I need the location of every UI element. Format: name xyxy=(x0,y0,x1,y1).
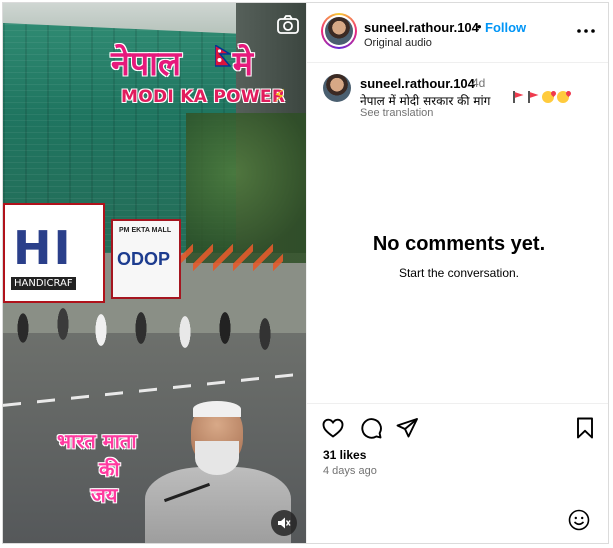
caption-time[interactable]: 4d xyxy=(472,76,485,90)
author-username[interactable]: suneel.rathour.104 xyxy=(364,20,479,35)
post-side-panel: suneel.rathour.104 • Follow Original aud… xyxy=(306,3,608,543)
video-overlay-title: नेपाल मे xyxy=(111,39,253,85)
video-overlay-bottom-line3: जय xyxy=(91,483,118,507)
author-avatar[interactable] xyxy=(321,13,357,49)
follow-button[interactable]: Follow xyxy=(485,20,526,35)
lightning-icon: ⚡ xyxy=(273,86,286,106)
post-date[interactable]: 4 days ago xyxy=(323,465,377,477)
nepal-flag-icon xyxy=(215,45,231,67)
caption-avatar[interactable] xyxy=(323,74,351,102)
video-flags xyxy=(173,241,283,271)
caption-emojis xyxy=(512,91,569,103)
signboard-text: HI xyxy=(13,221,73,275)
separator-dot: • xyxy=(477,19,482,34)
speaker-body xyxy=(145,467,291,543)
post-video[interactable]: HI HANDICRAF PM EKTA MALL ODOP नेपाल मे … xyxy=(3,3,306,543)
no-comments-title: No comments yet. xyxy=(372,233,546,255)
signboard-big-text: ODOP xyxy=(117,249,171,269)
video-overlay-bottom-line1: भारत माता xyxy=(57,429,137,453)
video-overlay-subtitle: MODI KA POWER xyxy=(121,87,286,107)
red-flag-emoji-icon xyxy=(527,91,539,103)
heart-icon[interactable] xyxy=(321,416,345,440)
post-actions: 31 likes 4 days ago xyxy=(307,403,608,543)
red-flag-emoji-icon xyxy=(512,91,524,103)
audio-label[interactable]: Original audio xyxy=(364,37,432,49)
caption-username[interactable]: suneel.rathour.104 xyxy=(360,76,475,91)
send-icon[interactable] xyxy=(395,416,419,440)
signboard-subtext: HANDICRAF xyxy=(11,277,76,290)
camera-icon[interactable] xyxy=(276,13,300,37)
avatar-image xyxy=(325,17,353,45)
signboard-small-text: PM EKTA MALL xyxy=(119,227,172,234)
muted-speaker-icon xyxy=(278,517,291,529)
post-header: suneel.rathour.104 • Follow Original aud… xyxy=(307,3,608,63)
more-icon[interactable] xyxy=(575,23,597,39)
see-translation-link[interactable]: See translation xyxy=(360,107,433,119)
emoji-icon[interactable] xyxy=(567,508,591,532)
post-caption: suneel.rathour.104 4d नेपाल में मोदी सरक… xyxy=(307,64,608,124)
video-signboard-handicraft: HI HANDICRAF xyxy=(3,203,105,303)
likes-count[interactable]: 31 likes xyxy=(323,448,366,462)
video-signboard-odop: PM EKTA MALL ODOP xyxy=(111,219,181,299)
kiss-face-emoji-icon xyxy=(542,91,554,103)
mute-toggle-button[interactable] xyxy=(271,510,297,536)
overlay-title-suffix: मे xyxy=(232,44,254,84)
video-overlay-bottom-line2: की xyxy=(99,457,120,481)
comment-icon[interactable] xyxy=(359,416,383,440)
speaker-hair xyxy=(193,401,241,417)
overlay-title-word: नेपाल xyxy=(111,44,182,84)
no-comments-subtitle: Start the conversation. xyxy=(398,266,520,280)
kiss-face-emoji-icon xyxy=(557,91,569,103)
bookmark-icon[interactable] xyxy=(573,416,597,440)
avatar-frame xyxy=(323,15,355,47)
speaker-beard xyxy=(195,441,239,475)
post-dialog: HI HANDICRAF PM EKTA MALL ODOP नेपाल मे … xyxy=(2,2,609,544)
